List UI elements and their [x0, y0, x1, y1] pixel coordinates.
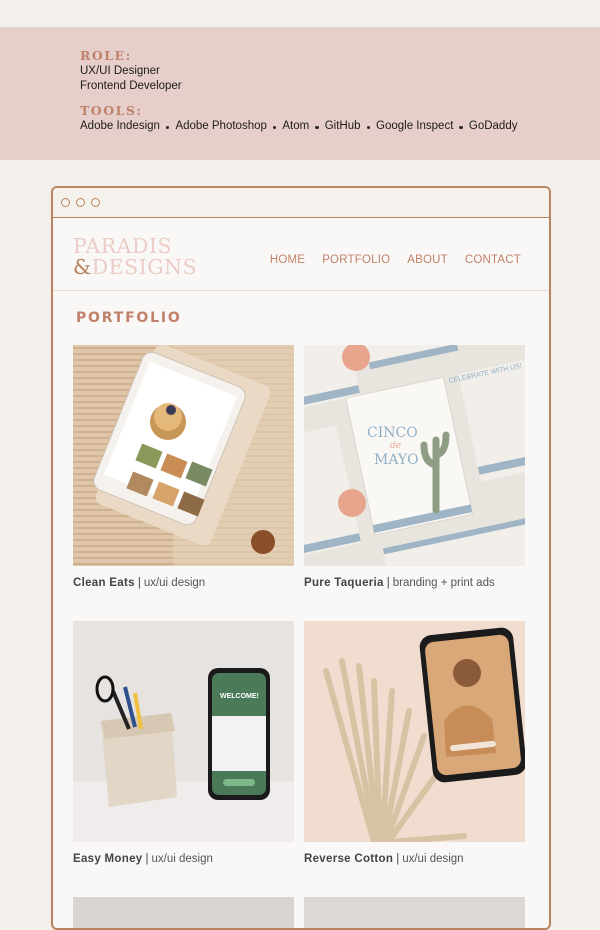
project-caption: Reverse Cotton | ux/ui design	[304, 853, 525, 865]
poster-mayo: MAYO	[374, 452, 419, 468]
bullet-separator	[165, 125, 170, 130]
window-dot-icon[interactable]	[61, 198, 70, 207]
tablet-on-stool-image	[73, 345, 294, 566]
info-band: ROLE: UX/UI Designer Frontend Developer …	[0, 27, 600, 160]
poster-cinco: CINCO	[367, 425, 418, 441]
project-name[interactable]: Reverse Cotton	[304, 853, 393, 865]
bullet-separator	[315, 125, 319, 130]
tool-item: Atom	[282, 120, 310, 132]
print-ads-image: CINCO de MAYO CELEBRATE WITH US!	[304, 345, 525, 566]
project-name[interactable]: Clean Eats	[73, 577, 135, 589]
logo-word: DESIGNS	[91, 255, 198, 279]
nav-about[interactable]: ABOUT	[407, 254, 448, 266]
portfolio-card-pure-taqueria[interactable]: CINCO de MAYO CELEBRATE WITH US! Pure Ta…	[304, 345, 525, 589]
role-section: ROLE: UX/UI Designer Frontend Developer	[80, 48, 182, 94]
project-caption: Clean Eats | ux/ui design	[73, 577, 294, 589]
bullet-separator	[366, 125, 371, 130]
portfolio-card-reverse-cotton[interactable]: Reverse Cotton | ux/ui design	[304, 621, 525, 865]
browser-mockup: PARADIS &DESIGNS HOME PORTFOLIO ABOUT CO…	[51, 186, 551, 930]
project-thumbnail[interactable]: CINCO de MAYO CELEBRATE WITH US!	[304, 345, 525, 566]
logo-line2: &DESIGNS	[73, 257, 197, 278]
tool-item: Google Inspect	[376, 120, 454, 132]
caption-divider: |	[145, 853, 149, 865]
nav-portfolio[interactable]: PORTFOLIO	[322, 254, 390, 266]
window-dot-icon[interactable]	[76, 198, 85, 207]
project-name[interactable]: Pure Taqueria	[304, 577, 384, 589]
bullet-separator	[272, 125, 277, 130]
portfolio-card-clean-eats[interactable]: Clean Eats | ux/ui design	[73, 345, 294, 589]
phone-and-cup-image: WELCOME!	[73, 621, 294, 842]
tool-item: GoDaddy	[468, 120, 518, 132]
project-thumbnail[interactable]	[304, 621, 525, 842]
tool-item: GitHub	[324, 120, 361, 132]
project-category: branding + print ads	[392, 577, 495, 589]
project-category: ux/ui design	[402, 853, 464, 865]
project-name[interactable]: Easy Money	[73, 853, 142, 865]
caption-divider: |	[137, 577, 141, 589]
app-welcome-text: WELCOME!	[220, 693, 259, 700]
role-line: UX/UI Designer	[80, 65, 160, 77]
tools-heading: TOOLS:	[80, 103, 143, 118]
section-title: PORTFOLIO	[76, 310, 182, 326]
nav-home[interactable]: HOME	[270, 254, 305, 266]
role-line: Frontend Developer	[80, 80, 182, 92]
site-logo[interactable]: PARADIS &DESIGNS	[73, 236, 197, 278]
poster-de: de	[390, 441, 401, 451]
project-caption: Pure Taqueria | branding + print ads	[304, 577, 525, 589]
project-thumbnail[interactable]: WELCOME!	[73, 621, 294, 842]
role-heading: ROLE:	[80, 48, 132, 63]
project-category: ux/ui design	[151, 853, 213, 865]
phone-and-palm-image	[304, 621, 525, 842]
browser-titlebar	[53, 188, 549, 218]
portfolio-card-easy-money[interactable]: WELCOME! Easy Money | ux/ui design	[73, 621, 294, 865]
caption-divider: |	[396, 853, 400, 865]
caption-divider: |	[386, 577, 390, 589]
window-dot-icon[interactable]	[91, 198, 100, 207]
tool-item: Adobe Photoshop	[175, 120, 267, 132]
bullet-separator	[459, 125, 463, 130]
main-nav: HOME PORTFOLIO ABOUT CONTACT	[270, 254, 521, 266]
tool-item: Adobe Indesign	[80, 120, 160, 132]
project-thumbnail-partial[interactable]	[73, 897, 294, 928]
project-thumbnail[interactable]	[73, 345, 294, 566]
tools-section: TOOLS: Adobe Indesign Adobe Photoshop At…	[80, 103, 517, 134]
logo-line1: PARADIS	[73, 234, 173, 258]
nav-contact[interactable]: CONTACT	[465, 254, 521, 266]
project-caption: Easy Money | ux/ui design	[73, 853, 294, 865]
project-thumbnail-partial[interactable]	[304, 897, 525, 928]
logo-ampersand: &	[73, 255, 92, 279]
project-category: ux/ui design	[143, 577, 206, 589]
tools-list: Adobe Indesign Adobe Photoshop Atom GitH…	[80, 119, 517, 134]
header-divider	[53, 290, 549, 291]
